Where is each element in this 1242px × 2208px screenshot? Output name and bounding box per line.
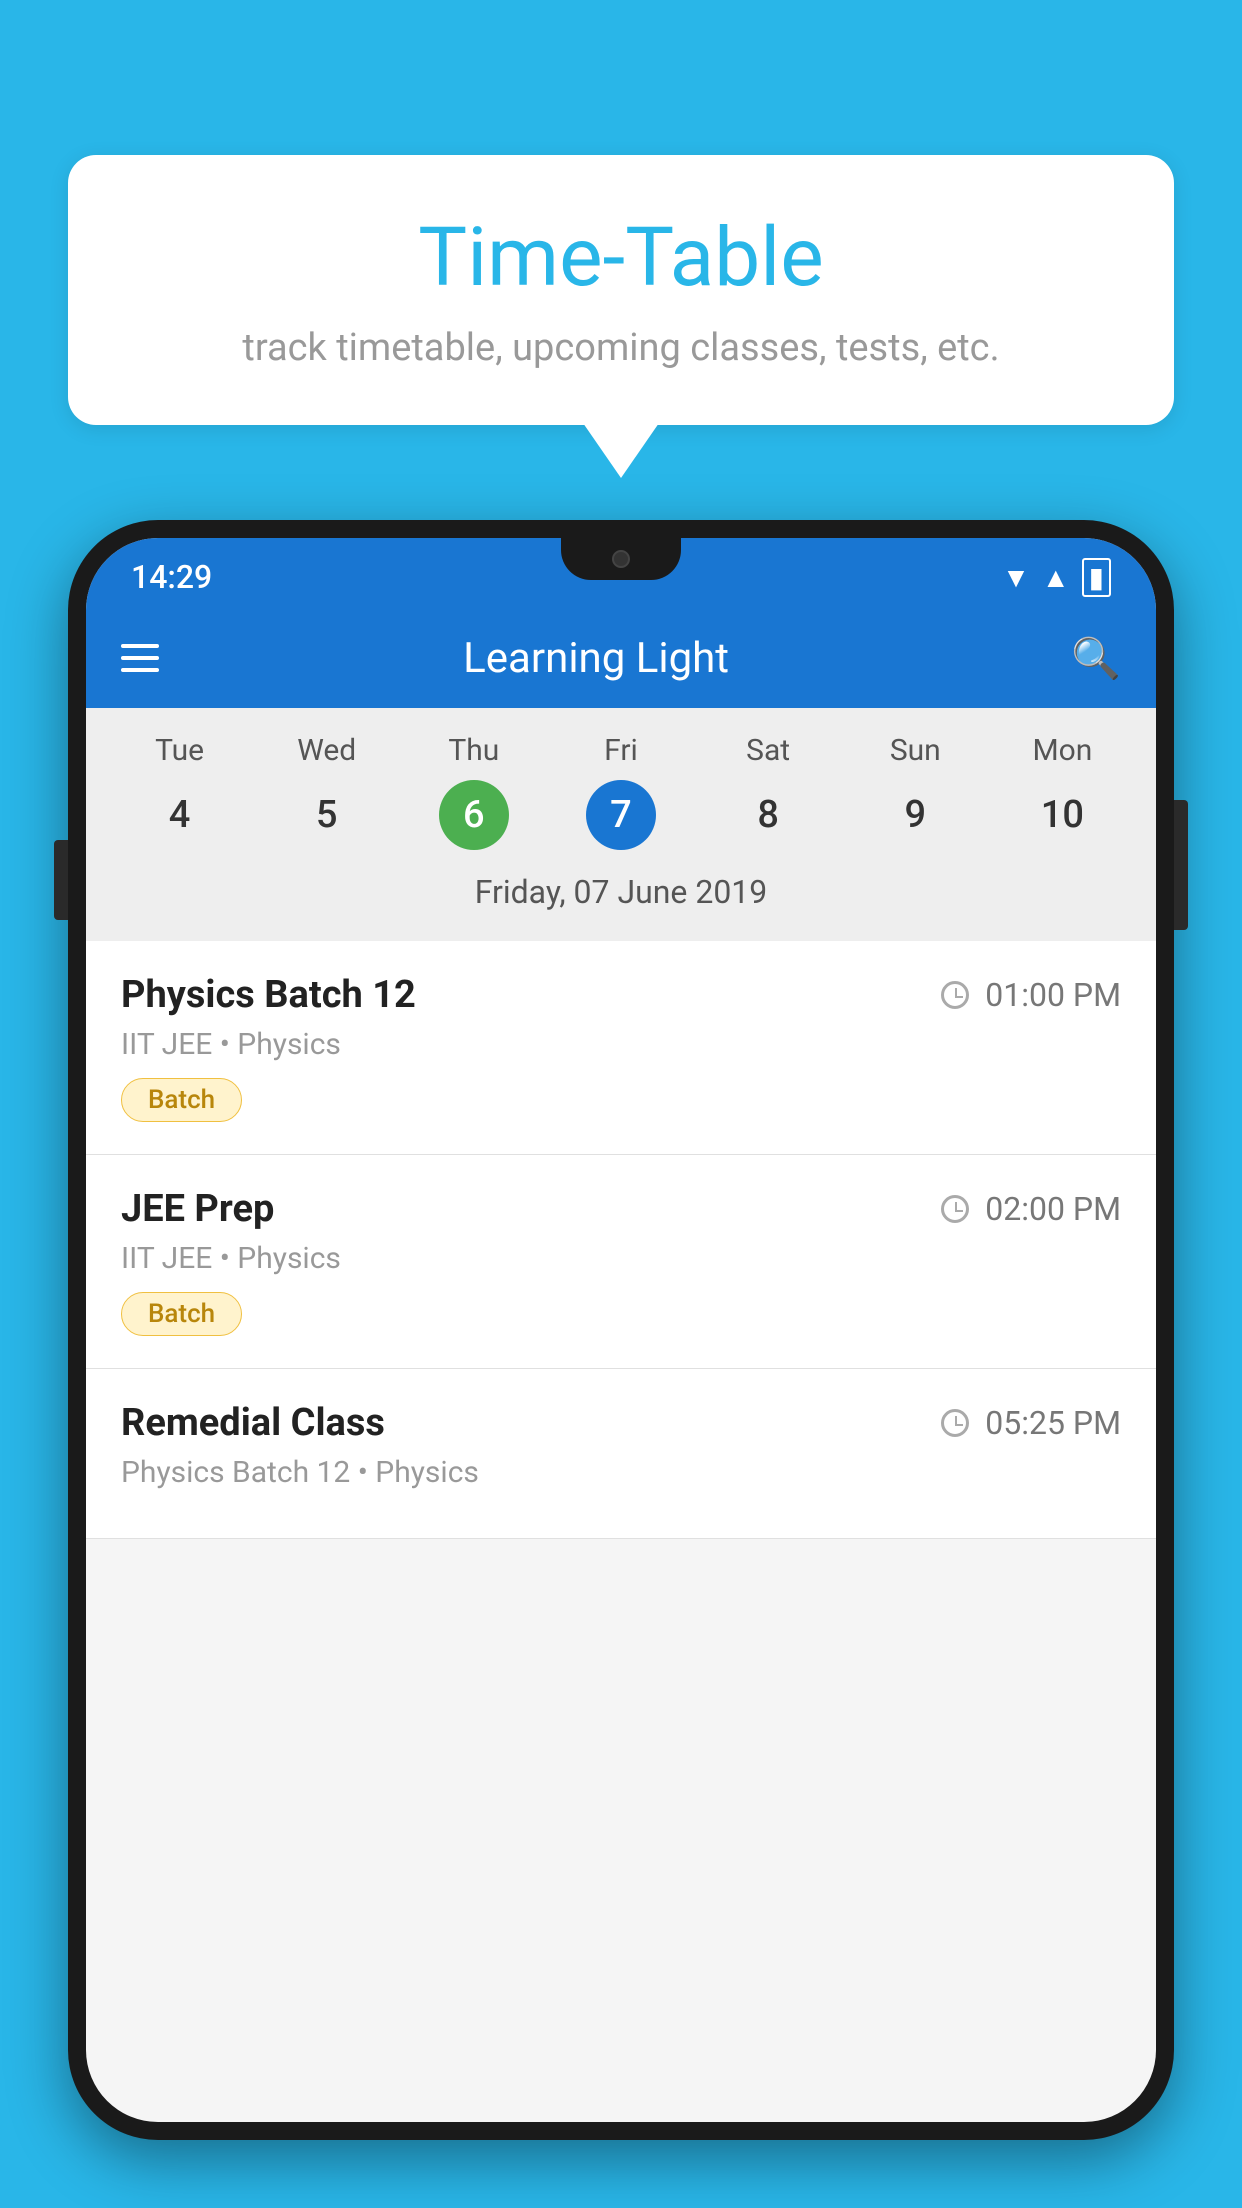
day-label-tue: Tue [106,733,253,768]
speech-bubble-pointer [583,423,659,478]
day-7-selected[interactable]: 7 [586,780,656,850]
app-title: Learning Light [189,634,1003,683]
day-10[interactable]: 10 [1027,780,1097,850]
schedule-item-3[interactable]: Remedial Class 05:25 PM Physics Batch 12… [86,1369,1156,1539]
day-4[interactable]: 4 [145,780,215,850]
app-bar: Learning Light 🔍 [86,608,1156,708]
day-label-mon: Mon [989,733,1136,768]
day-label-thu: Thu [400,733,547,768]
schedule-item-1-time: 01:00 PM [941,976,1121,1014]
phone-container: 14:29 ▼ ▲ ▮ Learning Light 🔍 [68,520,1174,2208]
speech-bubble-section: Time-Table track timetable, upcoming cla… [68,155,1174,478]
schedule-item-1-title: Physics Batch 12 [121,973,416,1017]
hamburger-menu[interactable] [121,644,159,672]
clock-icon-2 [941,1195,969,1223]
schedule-item-2-badge: Batch [121,1292,242,1336]
speech-bubble-title: Time-Table [128,210,1114,306]
schedule-item-2-title: JEE Prep [121,1187,274,1231]
day-label-wed: Wed [253,733,400,768]
speech-bubble-subtitle: track timetable, upcoming classes, tests… [128,326,1114,370]
schedule-item-1-subtitle: IIT JEE • Physics [121,1027,1121,1062]
selected-date-label: Friday, 07 June 2019 [106,865,1136,931]
status-time: 14:29 [131,558,212,596]
day-8[interactable]: 8 [733,780,803,850]
day-label-sat: Sat [695,733,842,768]
schedule-item-3-header: Remedial Class 05:25 PM [121,1401,1121,1445]
schedule-item-3-time: 05:25 PM [941,1404,1121,1442]
clock-icon-3 [941,1409,969,1437]
schedule-item-2-time: 02:00 PM [941,1190,1121,1228]
phone-notch [561,538,681,580]
day-6-today[interactable]: 6 [439,780,509,850]
day-headers: Tue Wed Thu Fri Sat Sun Mon [106,733,1136,768]
schedule-item-1[interactable]: Physics Batch 12 01:00 PM IIT JEE • Phys… [86,941,1156,1155]
calendar-week: Tue Wed Thu Fri Sat Sun Mon 4 5 6 7 8 9 … [86,708,1156,941]
wifi-icon: ▼ [1002,561,1030,594]
status-icons: ▼ ▲ ▮ [1002,558,1111,597]
schedule-list: Physics Batch 12 01:00 PM IIT JEE • Phys… [86,941,1156,1539]
day-numbers: 4 5 6 7 8 9 10 [106,780,1136,850]
clock-icon-1 [941,981,969,1009]
search-icon[interactable]: 🔍 [1071,635,1121,682]
day-label-sun: Sun [842,733,989,768]
schedule-item-1-badge: Batch [121,1078,242,1122]
schedule-item-2[interactable]: JEE Prep 02:00 PM IIT JEE • Physics Batc… [86,1155,1156,1369]
schedule-item-1-header: Physics Batch 12 01:00 PM [121,973,1121,1017]
schedule-item-2-subtitle: IIT JEE • Physics [121,1241,1121,1276]
camera-icon [612,550,630,568]
phone-mockup: 14:29 ▼ ▲ ▮ Learning Light 🔍 [68,520,1174,2140]
day-label-fri: Fri [547,733,694,768]
battery-icon: ▮ [1082,558,1111,597]
phone-screen: 14:29 ▼ ▲ ▮ Learning Light 🔍 [86,538,1156,2122]
signal-icon: ▲ [1042,561,1070,594]
day-9[interactable]: 9 [880,780,950,850]
schedule-item-3-subtitle: Physics Batch 12 • Physics [121,1455,1121,1490]
schedule-item-2-header: JEE Prep 02:00 PM [121,1187,1121,1231]
schedule-item-3-title: Remedial Class [121,1401,385,1445]
speech-bubble: Time-Table track timetable, upcoming cla… [68,155,1174,425]
day-5[interactable]: 5 [292,780,362,850]
